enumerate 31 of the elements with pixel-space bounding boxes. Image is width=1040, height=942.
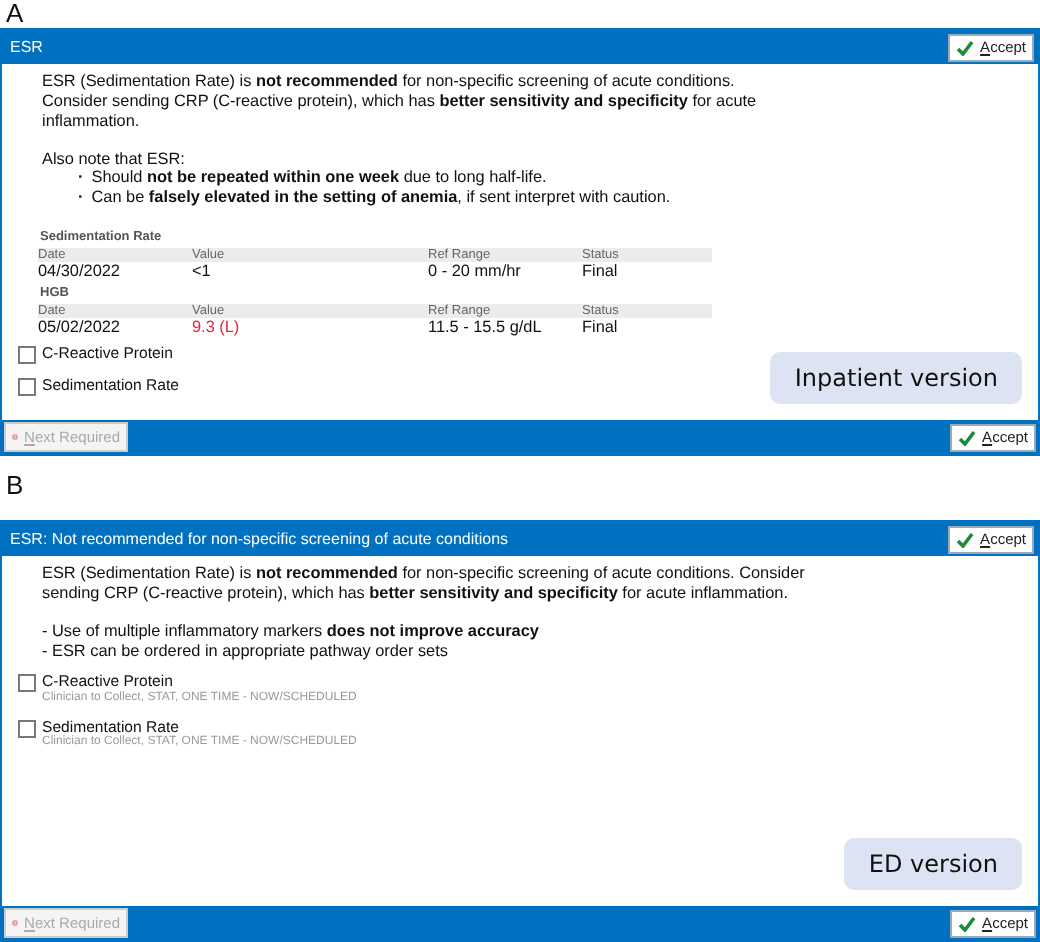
table-cell: 9.3 (L): [192, 318, 240, 337]
panel-label: A: [4, 0, 26, 28]
table-cell: Final: [582, 318, 618, 337]
bullet-icon: ·: [78, 168, 84, 189]
message-text: Also note that ESR:: [42, 149, 187, 169]
checkmark-icon: [956, 531, 975, 547]
checkbox[interactable]: [18, 378, 36, 396]
table-cell: 04/30/2022: [38, 262, 120, 281]
checkmark-icon: [956, 39, 975, 55]
panel-label: B: [4, 472, 26, 500]
version-tag: ED version: [844, 837, 1022, 890]
version-tag: Inpatient version: [770, 351, 1022, 404]
table-cell: 0 - 20 mm/hr: [428, 262, 521, 281]
message-text: ESR (Sedimentation Rate) is not recommended for non-specific screening of acute conditions. Consider sending CRP (C-reactive protein), which has better sensitivity and specificity for acute inflammation.: [42, 72, 759, 132]
table-cell: 11.5 - 15.5 g/dL: [428, 318, 542, 337]
bullet-text: Can be falsely elevated in the setting of anemia, if sent interpret with caution.: [91, 188, 671, 209]
table-cell: Final: [582, 262, 618, 281]
bullet-icon: ·: [78, 188, 84, 209]
checkbox[interactable]: [18, 674, 36, 693]
list-line: - Use of multiple inflammatory markers does not improve accuracy: [42, 621, 541, 642]
checkbox[interactable]: [18, 346, 36, 364]
list-line: - ESR can be ordered in appropriate pathway order sets: [42, 641, 450, 661]
window-title: ESR: Not recommended for non-specific screening of acute conditions: [10, 529, 509, 549]
message-text: ESR (Sedimentation Rate) is not recommended for non-specific screening of acute conditions. Consider sending CRP (C-reactive protein), which has better sensitivity and specificity for acute inflammation.: [42, 564, 807, 604]
checkmark-icon: [958, 915, 977, 931]
bullet-text: Should not be repeated within one week due to long half-life.: [91, 168, 547, 189]
checkbox[interactable]: [18, 719, 36, 738]
checkmark-icon: [958, 429, 977, 445]
window-title: ESR: [10, 37, 43, 57]
table-cell: <1: [192, 262, 211, 281]
table-cell: 05/02/2022: [38, 318, 120, 337]
